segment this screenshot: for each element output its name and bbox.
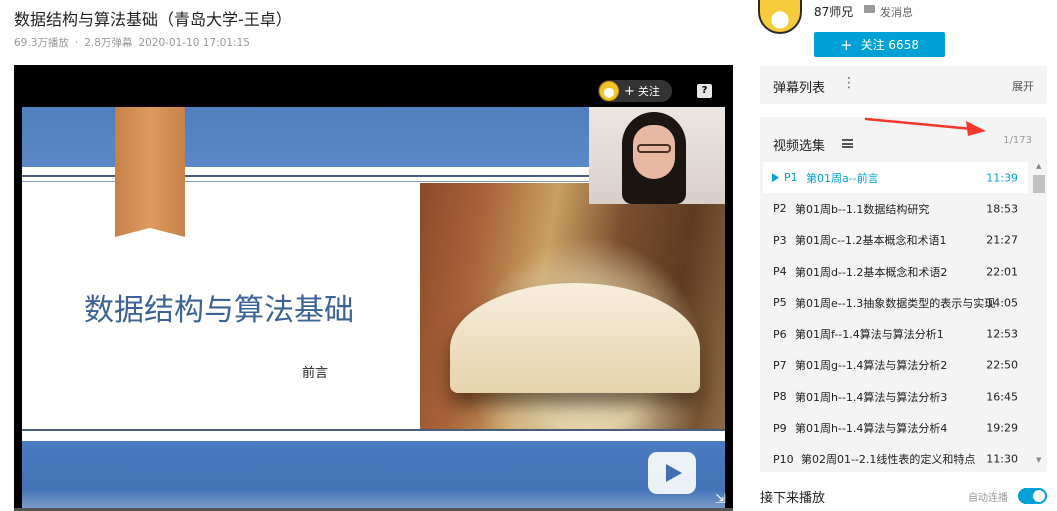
open-book-image xyxy=(420,183,725,429)
presenter-video xyxy=(589,107,725,204)
episode-list-panel: 视频选集 1/173 P1 第01周a--前言 11:39 P2 第01周b--… xyxy=(760,117,1047,472)
more-vertical-icon[interactable]: ⋮ xyxy=(842,75,856,91)
danmaku-count: 2.8万弹幕 xyxy=(84,37,133,49)
episode-item[interactable]: P7 第01周g--1.4算法与算法分析2 22:50 xyxy=(763,350,1028,381)
episode-item[interactable]: P1 第01周a--前言 11:39 xyxy=(763,162,1028,194)
episode-scrollbar[interactable]: ▲ ▼ xyxy=(1033,162,1045,464)
next-up-title: 接下来播放 xyxy=(760,491,826,506)
episode-item[interactable]: P4 第01周d--1.2基本概念和术语2 22:01 xyxy=(763,256,1028,287)
bookmark-ribbon xyxy=(115,107,185,237)
danmaku-expand-link[interactable]: 展开 xyxy=(1012,78,1034,94)
scroll-thumb[interactable] xyxy=(1033,175,1045,193)
plus-icon: + xyxy=(624,83,635,99)
episode-item[interactable]: P3 第01周c--1.2基本概念和术语1 21:27 xyxy=(763,225,1028,256)
annotation-arrow xyxy=(864,117,986,136)
slide-title: 数据结构与算法基础 xyxy=(84,293,354,328)
slide-footer-band xyxy=(22,441,725,511)
follow-button[interactable]: + 关注 6658 xyxy=(814,32,945,57)
episode-item[interactable]: P8 第01周h--1.4算法与算法分析3 16:45 xyxy=(763,381,1028,412)
video-meta: 69.3万播放 · 2.8万弹幕 2020-01-10 17:01:15 xyxy=(14,35,256,50)
scroll-down-icon[interactable]: ▼ xyxy=(1036,456,1041,464)
up-name[interactable]: 87师兄 xyxy=(814,3,853,20)
view-count: 69.3万播放 xyxy=(14,37,69,49)
fullscreen-icon[interactable]: ⇲ xyxy=(715,492,726,507)
scroll-up-icon[interactable]: ▲ xyxy=(1036,162,1041,170)
episode-item[interactable]: P5 第01周e--1.3抽象数据类型的表示与实现 14:05 xyxy=(763,287,1028,318)
video-player[interactable]: 数据结构与算法基础 前言 + 关注 ? ⇲ xyxy=(14,65,733,511)
episode-item[interactable]: P9 第01周h--1.4算法与算法分析4 19:29 xyxy=(763,412,1028,443)
danmaku-list-panel[interactable]: 弹幕列表 ⋮ 展开 xyxy=(760,66,1047,104)
plus-icon: + xyxy=(840,35,853,54)
player-follow-button[interactable]: + 关注 xyxy=(598,80,672,102)
autoplay-toggle[interactable] xyxy=(1018,488,1047,504)
mail-icon[interactable] xyxy=(864,5,875,13)
meta-separator: · xyxy=(74,37,79,49)
episode-item[interactable]: P6 第01周f--1.4算法与算法分析1 12:53 xyxy=(763,318,1028,349)
episode-count: 1/173 xyxy=(1003,135,1032,146)
video-title: 数据结构与算法基础（青岛大学-王卓） xyxy=(14,10,292,29)
help-icon[interactable]: ? xyxy=(697,84,712,98)
autoplay-label: 自动连播 xyxy=(968,493,1008,504)
playing-icon xyxy=(772,173,779,183)
danmaku-list-title: 弹幕列表 xyxy=(773,81,826,96)
player-follow-label: 关注 xyxy=(637,85,660,98)
episode-list: P1 第01周a--前言 11:39 P2 第01周b--1.1数据结构研究 1… xyxy=(763,162,1028,472)
episode-item[interactable]: P10 第02周01--2.1线性表的定义和特点 11:30 xyxy=(763,444,1028,472)
publish-time: 2020-01-10 17:01:15 xyxy=(138,37,250,49)
bilibili-tv-icon[interactable] xyxy=(648,452,696,494)
episode-item[interactable]: P2 第01周b--1.1数据结构研究 18:53 xyxy=(763,193,1028,224)
up-avatar[interactable] xyxy=(758,0,802,34)
slide-subtitle: 前言 xyxy=(302,366,329,381)
episode-list-title: 视频选集 xyxy=(773,139,826,154)
send-message-link[interactable]: 发消息 xyxy=(880,4,913,20)
follow-button-label: 关注 6658 xyxy=(860,38,919,52)
list-icon[interactable] xyxy=(842,139,853,148)
uploader-avatar-icon xyxy=(599,81,619,101)
